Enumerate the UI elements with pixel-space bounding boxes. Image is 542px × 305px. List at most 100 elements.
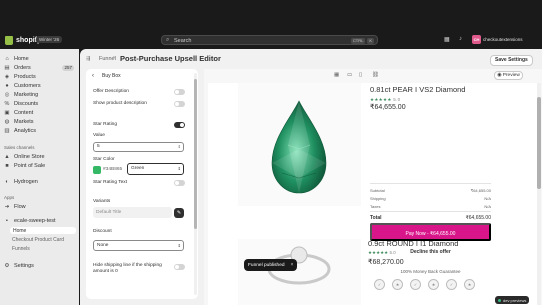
- preview-button[interactable]: ◉ Preview: [494, 71, 523, 80]
- stepper-icon[interactable]: ⇕: [178, 143, 181, 151]
- sidebar-item-markets[interactable]: ◍ Markets: [4, 118, 76, 126]
- store-icon: ▲: [4, 154, 10, 160]
- globe-icon: ◍: [4, 119, 10, 125]
- edit-pen-icon[interactable]: ✎: [174, 208, 184, 218]
- stars-icon: ★★★★★: [368, 250, 389, 255]
- rating-value: 5.0: [389, 250, 396, 255]
- sidebar-item-content[interactable]: ▣ Content: [4, 109, 76, 117]
- guarantee-text: 100% Money Back Guarantee: [400, 269, 461, 274]
- chevron-updown-icon: ⇕: [177, 243, 181, 248]
- dev-previews-pill[interactable]: dev previews: [495, 296, 530, 304]
- panel-scrollbar[interactable]: [194, 73, 197, 295]
- sidebar-item-app[interactable]: ▪ ecale-sweep-test: [4, 217, 76, 225]
- account-menu[interactable]: CH checkoutextensions: [472, 35, 523, 44]
- search-shortcut: CTRL K: [350, 37, 374, 44]
- content-icon: ▣: [4, 110, 10, 116]
- discount-select[interactable]: None ⇕: [93, 240, 184, 251]
- preview-canvas: 0.81ct PEAR I VS2 Diamond ★★★★★ 5.0 ₹64,…: [208, 83, 541, 305]
- show-product-description-toggle[interactable]: [174, 101, 185, 107]
- page-header: ⇶ Funnel › Post-Purchase Upsell Editor S…: [80, 49, 542, 69]
- app-subitem-home[interactable]: Home: [10, 227, 76, 234]
- value-input[interactable]: 5 ⇕: [93, 142, 184, 152]
- sidebar-item-products[interactable]: ◈ Products: [4, 73, 76, 81]
- star-color-label: Star Color: [93, 157, 115, 162]
- trust-badge-icon: ★: [464, 279, 475, 290]
- offer-description-label: Offer Description: [93, 89, 129, 94]
- app-subitem-checkout-product-card[interactable]: Checkout Product Card: [12, 236, 64, 243]
- sidebar-item-label: Point of Sale: [14, 163, 46, 169]
- scrollbar-thumb[interactable]: [537, 97, 541, 189]
- star-rating-text-label: Star Rating Text: [93, 180, 128, 185]
- close-icon[interactable]: ×: [291, 262, 294, 268]
- dev-previews-label: dev previews: [503, 297, 527, 303]
- sidebar-item-marketing[interactable]: ◎ Marketing: [4, 91, 76, 99]
- sidebar-item-label: Discounts: [14, 101, 39, 107]
- mobile-icon[interactable]: ▯: [359, 72, 362, 78]
- value-text: 5: [97, 144, 100, 149]
- top-bar: shopify Winter '26 ⌕ Search CTRL K ▦ ♪ C…: [0, 0, 542, 49]
- hydrogen-icon: ◐: [5, 179, 9, 185]
- preview-toolbar: ▦ ▭ ▯ ⛓ ◉ Preview: [204, 69, 542, 81]
- sidebar-item-analytics[interactable]: ▥ Analytics: [4, 127, 76, 135]
- product-title-visible: 0.9ct ROUND I I1 Diamond: [368, 239, 459, 248]
- star-color-value: Green: [131, 166, 145, 171]
- sidebar-item-orders[interactable]: ▤ Orders 257: [4, 64, 76, 72]
- summary-label: Shipping: [370, 196, 386, 201]
- color-swatch[interactable]: [93, 166, 101, 174]
- search-placeholder: Search: [174, 37, 192, 44]
- star-rating-text-toggle[interactable]: [174, 180, 185, 186]
- divider: [370, 211, 491, 212]
- hide-shipping-toggle[interactable]: [174, 264, 185, 270]
- default-title-input[interactable]: Default Title: [93, 207, 172, 218]
- sidebar-item-label: Content: [14, 110, 34, 116]
- preview-scrollbar[interactable]: [537, 83, 541, 305]
- summary-value: N/A: [484, 196, 491, 201]
- trust-badges: ✓ ★ ✓ ★ ✓ ★: [374, 279, 475, 290]
- sidebar-item-label: Online Store: [14, 154, 45, 160]
- star-rating: ★★★★★ 5.0: [368, 250, 396, 256]
- link-icon[interactable]: ⛓: [372, 72, 379, 78]
- desktop-icon[interactable]: ▭: [347, 72, 352, 78]
- sidebar-item-flow[interactable]: ➔ Flow: [4, 203, 76, 211]
- total-label: Total: [370, 215, 382, 221]
- inbox-icon[interactable]: ▦: [444, 36, 450, 43]
- back-chevron-icon[interactable]: ‹: [92, 73, 94, 79]
- app-subitem-funnels[interactable]: Funnels: [12, 245, 30, 252]
- discount-label: Discount: [93, 229, 112, 234]
- product-price: ₹68,270.00: [368, 259, 404, 266]
- sidebar-item-label: Customers: [14, 83, 41, 89]
- rating-value: 5.0: [393, 97, 401, 102]
- sidebar-item-label: Orders: [14, 65, 31, 71]
- sidebar-item-settings[interactable]: ⚙ Settings: [4, 262, 76, 270]
- stars-icon: ★★★★★: [370, 97, 392, 102]
- bell-icon[interactable]: ♪: [459, 36, 462, 42]
- main-area: ⇶ Funnel › Post-Purchase Upsell Editor S…: [80, 49, 542, 305]
- sidebar-item-home[interactable]: ⌂ Home: [4, 55, 76, 63]
- sidebar-item-discounts[interactable]: % Discounts: [4, 100, 76, 108]
- search-bar[interactable]: ⌕ Search CTRL K: [161, 35, 378, 45]
- toast-notification: Funnel published ×: [244, 259, 298, 271]
- sidebar-item-customers[interactable]: ● Customers: [4, 82, 76, 90]
- offer-description-toggle[interactable]: [174, 89, 185, 95]
- orders-count-badge: 257: [62, 64, 74, 71]
- sidebar-item-point-of-sale[interactable]: ■ Point of Sale: [4, 162, 76, 170]
- scrollbar-thumb[interactable]: [194, 79, 197, 229]
- trust-badge-icon: ★: [428, 279, 439, 290]
- sidebar-item-online-store[interactable]: ▲ Online Store: [4, 153, 76, 161]
- toast-message: Funnel published: [248, 262, 285, 268]
- layout-icon[interactable]: ▦: [334, 72, 339, 78]
- save-settings-button[interactable]: Save Settings: [490, 55, 533, 66]
- discount-icon: %: [4, 101, 10, 107]
- product-image-round: [238, 239, 361, 305]
- star-rating-toggle[interactable]: [174, 122, 185, 128]
- flow-icon: ➔: [4, 204, 10, 210]
- apps-heading: Apps: [4, 195, 15, 200]
- summary-row: Shipping N/A: [370, 196, 491, 201]
- chevron-updown-icon: ⇕: [177, 166, 181, 171]
- trust-badge-icon: ✓: [374, 279, 385, 290]
- sidebar-item-hydrogen[interactable]: ◐ Hydrogen: [4, 178, 76, 186]
- shortcut-key: CTRL: [350, 37, 366, 44]
- sidebar: ⌂ Home ▤ Orders 257 ◈ Products ● Custome…: [0, 49, 79, 305]
- chevron-right-icon: ›: [113, 55, 115, 61]
- star-color-select[interactable]: Green ⇕: [127, 163, 184, 175]
